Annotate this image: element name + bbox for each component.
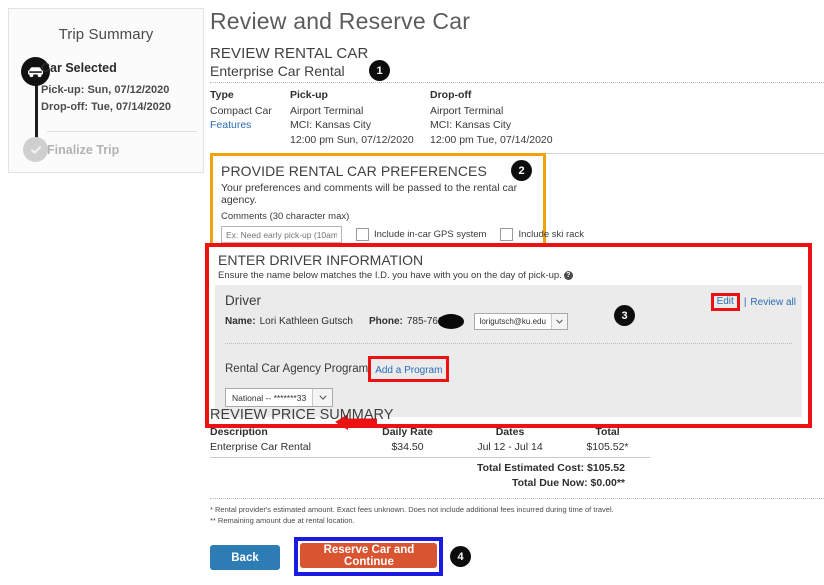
rental-program-row: Rental Car Agency Program Add a Program [225,356,792,382]
rental-program-selected-value: National -- *******33 [232,392,307,403]
step-label-car-selected: Car Selected [41,61,117,75]
price-row-dates: Jul 12 - Jul 14 [477,441,543,453]
pickup-date: Pick-up: Sun, 07/12/2020 [41,84,170,96]
review-rental-car-section: REVIEW RENTAL CAR Enterprise Car Rental … [210,45,824,154]
annotation-badge-4: 4 [450,546,471,567]
edit-link[interactable]: Edit [717,296,734,307]
page-title: Review and Reserve Car [210,8,471,34]
footnote-estimate: * Rental provider's estimated amount. Ex… [210,505,614,514]
chevron-down-icon [312,389,333,406]
rental-vendor-name: Enterprise Car Rental [210,63,345,79]
driver-name-label: Name: [225,316,256,327]
main-content: Review and Reserve Car REVIEW RENTAL CAR… [205,0,824,576]
col-header-dropoff: Drop-off [430,89,472,101]
sidebar-step-car-selected[interactable]: Car Selected Pick-up: Sun, 07/12/2020 Dr… [41,61,201,116]
features-link[interactable]: Features [210,118,290,133]
review-all-link[interactable]: Review all [750,297,796,308]
driver-email-select[interactable]: lorigutsch@ku.edu [473,313,568,330]
review-and-reserve-car-page: Trip Summary Car Selected Pick-up: Sun, … [0,0,824,585]
price-summary-section: REVIEW PRICE SUMMARY Description Daily R… [210,407,824,526]
pickup-airport: MCI: Kansas City [290,119,372,131]
preferences-highlight-box: PROVIDE RENTAL CAR PREFERENCES Your pref… [210,153,584,255]
col-header-total: Total [595,426,620,438]
add-a-program-link[interactable]: Add a Program [375,365,442,376]
annotation-badge-2: 2 [511,160,532,181]
col-header-daily-rate: Daily Rate [382,426,433,438]
col-header-description: Description [210,426,268,438]
footnote-remaining: ** Remaining amount due at rental locati… [210,516,355,525]
rental-dotted-divider [210,82,824,83]
total-estimated-cost: Total Estimated Cost: $105.52 [476,462,625,474]
checkbox-label-ski-rack: Include ski rack [518,229,584,240]
reserve-car-and-continue-button[interactable]: Reserve Car and Continue [300,543,438,568]
annotation-badge-3: 3 [614,305,635,326]
check-icon [23,137,48,162]
total-due-now: Total Due Now: $0.00** [512,477,625,489]
back-button[interactable]: Back [210,545,280,571]
pickup-location: Airport Terminal [290,104,364,117]
spacer-cell [210,133,290,148]
driver-edit-links: Edit | Review all [710,293,796,311]
price-row-total: $105.52* [586,441,629,453]
car-type-value: Compact Car [210,104,272,117]
add-program-highlight-box: Add a Program [368,356,450,382]
trip-summary-title: Trip Summary [58,26,154,43]
dropoff-location: Airport Terminal [430,104,504,117]
price-summary-table: Description Daily Rate Dates Total Enter… [210,426,650,453]
preferences-description: Your preferences and comments will be pa… [221,182,518,206]
reserve-button-highlight-box: Reserve Car and Continue [294,537,444,576]
driver-identity-row: Name: Lori Kathleen Gutsch Phone: 785-76… [225,313,792,330]
price-row-daily-rate: $34.50 [391,441,424,453]
link-separator: | [743,296,747,308]
driver-note-text: Ensure the name below matches the I.D. y… [218,270,562,281]
chevron-down-icon [550,314,567,329]
driver-phone-label: Phone: [368,316,403,327]
checkbox-include-gps[interactable] [356,228,369,241]
driver-email-value: lorigutsch@ku.edu [479,317,546,326]
price-summary-heading: REVIEW PRICE SUMMARY [210,407,394,423]
annotation-badge-1: 1 [369,60,390,81]
footer-actions: Back Reserve Car and Continue [210,537,824,576]
driver-highlight-box: ENTER DRIVER INFORMATION Ensure the name… [205,243,812,430]
col-header-pickup: Pick-up [290,89,328,101]
driver-information-note: Ensure the name below matches the I.D. y… [218,270,802,281]
rental-preferences-section: PROVIDE RENTAL CAR PREFERENCES Your pref… [210,153,584,255]
dropoff-airport: MCI: Kansas City [430,119,512,131]
trip-summary-sidebar: Trip Summary Car Selected Pick-up: Sun, … [8,8,204,173]
driver-panel-title: Driver [225,293,261,308]
preferences-heading: PROVIDE RENTAL CAR PREFERENCES [221,163,487,179]
driver-information-section: ENTER DRIVER INFORMATION Ensure the name… [205,243,812,430]
driver-panel: Driver Name: Lori Kathleen Gutsch Phone:… [215,285,802,430]
pickup-datetime: 12:00 pm Sun, 07/12/2020 [290,133,414,146]
rental-details-grid: Type Pick-up Drop-off Compact Car Airpor… [210,88,824,147]
driver-panel-divider [225,343,792,344]
rental-program-select[interactable]: National -- *******33 [225,388,334,407]
driver-name-value: Lori Kathleen Gutsch [259,316,353,327]
edit-link-highlight-box: Edit [710,293,740,311]
redaction-overlay [437,314,464,329]
comments-input[interactable] [221,226,342,243]
sidebar-step-finalize-trip[interactable]: Finalize Trip [47,143,119,157]
footnote-divider [210,498,824,499]
help-icon[interactable]: ? [563,271,573,280]
preferences-controls-row: Include in-car GPS system Include ski ra… [221,226,584,243]
driver-information-heading: ENTER DRIVER INFORMATION [218,252,424,268]
sidebar-divider [47,131,197,132]
dropoff-date: Drop-off: Tue, 07/14/2020 [41,101,171,113]
comments-label: Comments (30 character max) [221,211,350,222]
checkbox-label-gps: Include in-car GPS system [374,229,487,240]
review-rental-car-heading: REVIEW RENTAL CAR [210,45,369,62]
col-header-type: Type [210,89,234,101]
price-table-divider [210,457,650,458]
price-row-description: Enterprise Car Rental [210,441,311,453]
rental-program-label: Rental Car Agency Program [225,363,369,375]
col-header-dates: Dates [495,426,525,438]
checkbox-include-ski-rack[interactable] [500,228,514,241]
dropoff-datetime: 12:00 pm Tue, 07/14/2020 [430,133,553,146]
